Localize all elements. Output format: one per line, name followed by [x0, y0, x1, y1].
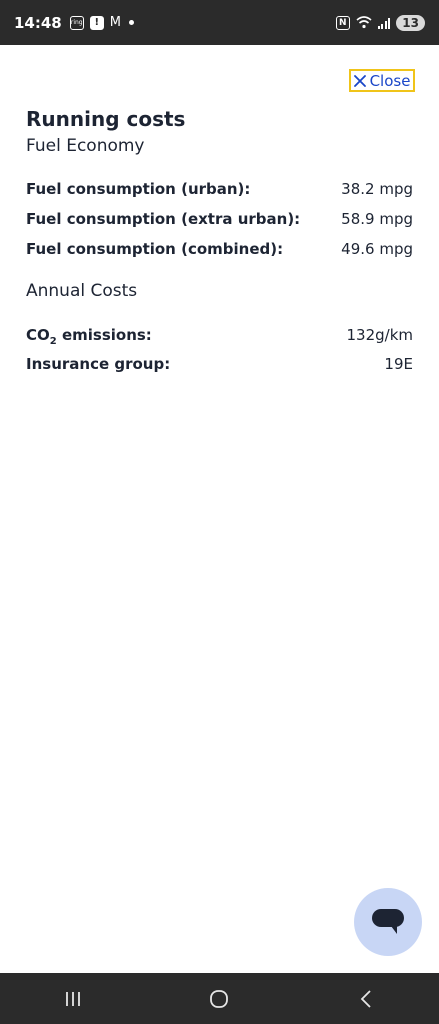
- spec-label: Fuel consumption (urban):: [26, 180, 251, 198]
- wifi-icon: [356, 16, 372, 29]
- system-icons: N 13: [335, 14, 425, 31]
- page-title: Running costs: [26, 107, 186, 131]
- spec-label: CO2 emissions:: [26, 326, 152, 347]
- alert-icon: !: [89, 15, 104, 30]
- nfc-icon: N: [335, 15, 350, 30]
- home-button[interactable]: [199, 979, 239, 1019]
- more-notifications-dot-icon: [128, 20, 134, 25]
- spec-value: 38.2 mpg: [341, 180, 413, 198]
- gmail-icon: M: [109, 15, 121, 30]
- co2-label-sub: 2: [49, 336, 57, 347]
- co2-label-tail: emissions:: [56, 326, 152, 344]
- spec-value: 19E: [384, 355, 413, 373]
- close-button[interactable]: Close: [349, 69, 415, 92]
- close-icon: [353, 74, 366, 87]
- recent-apps-icon: [66, 991, 81, 1006]
- chat-button[interactable]: [354, 888, 422, 956]
- status-bar: 14:48 ring ! M N 13: [0, 0, 439, 45]
- spec-row-urban: Fuel consumption (urban): 38.2 mpg: [26, 180, 413, 198]
- close-label: Close: [369, 71, 411, 90]
- back-icon: [360, 989, 371, 1008]
- system-nav-bar: [0, 973, 439, 1024]
- signal-icon: [377, 17, 391, 29]
- spec-row-extra-urban: Fuel consumption (extra urban): 58.9 mpg: [26, 210, 413, 228]
- spec-label: Fuel consumption (extra urban):: [26, 210, 301, 228]
- fuel-economy-heading: Fuel Economy: [26, 136, 145, 156]
- spec-row-co2: CO2 emissions: 132g/km: [26, 326, 413, 347]
- spec-row-insurance: Insurance group: 19E: [26, 355, 413, 373]
- battery-icon: 13: [396, 14, 425, 31]
- status-time: 14:48: [14, 13, 62, 32]
- recent-apps-button[interactable]: [53, 979, 93, 1019]
- ring-app-icon: ring: [69, 15, 84, 30]
- spec-row-combined: Fuel consumption (combined): 49.6 mpg: [26, 240, 413, 258]
- chat-bubble-icon: [372, 909, 404, 934]
- spec-value: 58.9 mpg: [341, 210, 413, 228]
- back-button[interactable]: [346, 979, 386, 1019]
- annual-costs-heading: Annual Costs: [26, 281, 138, 301]
- spec-label: Fuel consumption (combined):: [26, 240, 284, 258]
- spec-value: 49.6 mpg: [341, 240, 413, 258]
- spec-value: 132g/km: [346, 326, 413, 344]
- notification-icons: ring ! M: [69, 15, 134, 30]
- co2-label-main: CO: [26, 326, 50, 344]
- spec-label: Insurance group:: [26, 355, 171, 373]
- home-icon: [210, 989, 229, 1008]
